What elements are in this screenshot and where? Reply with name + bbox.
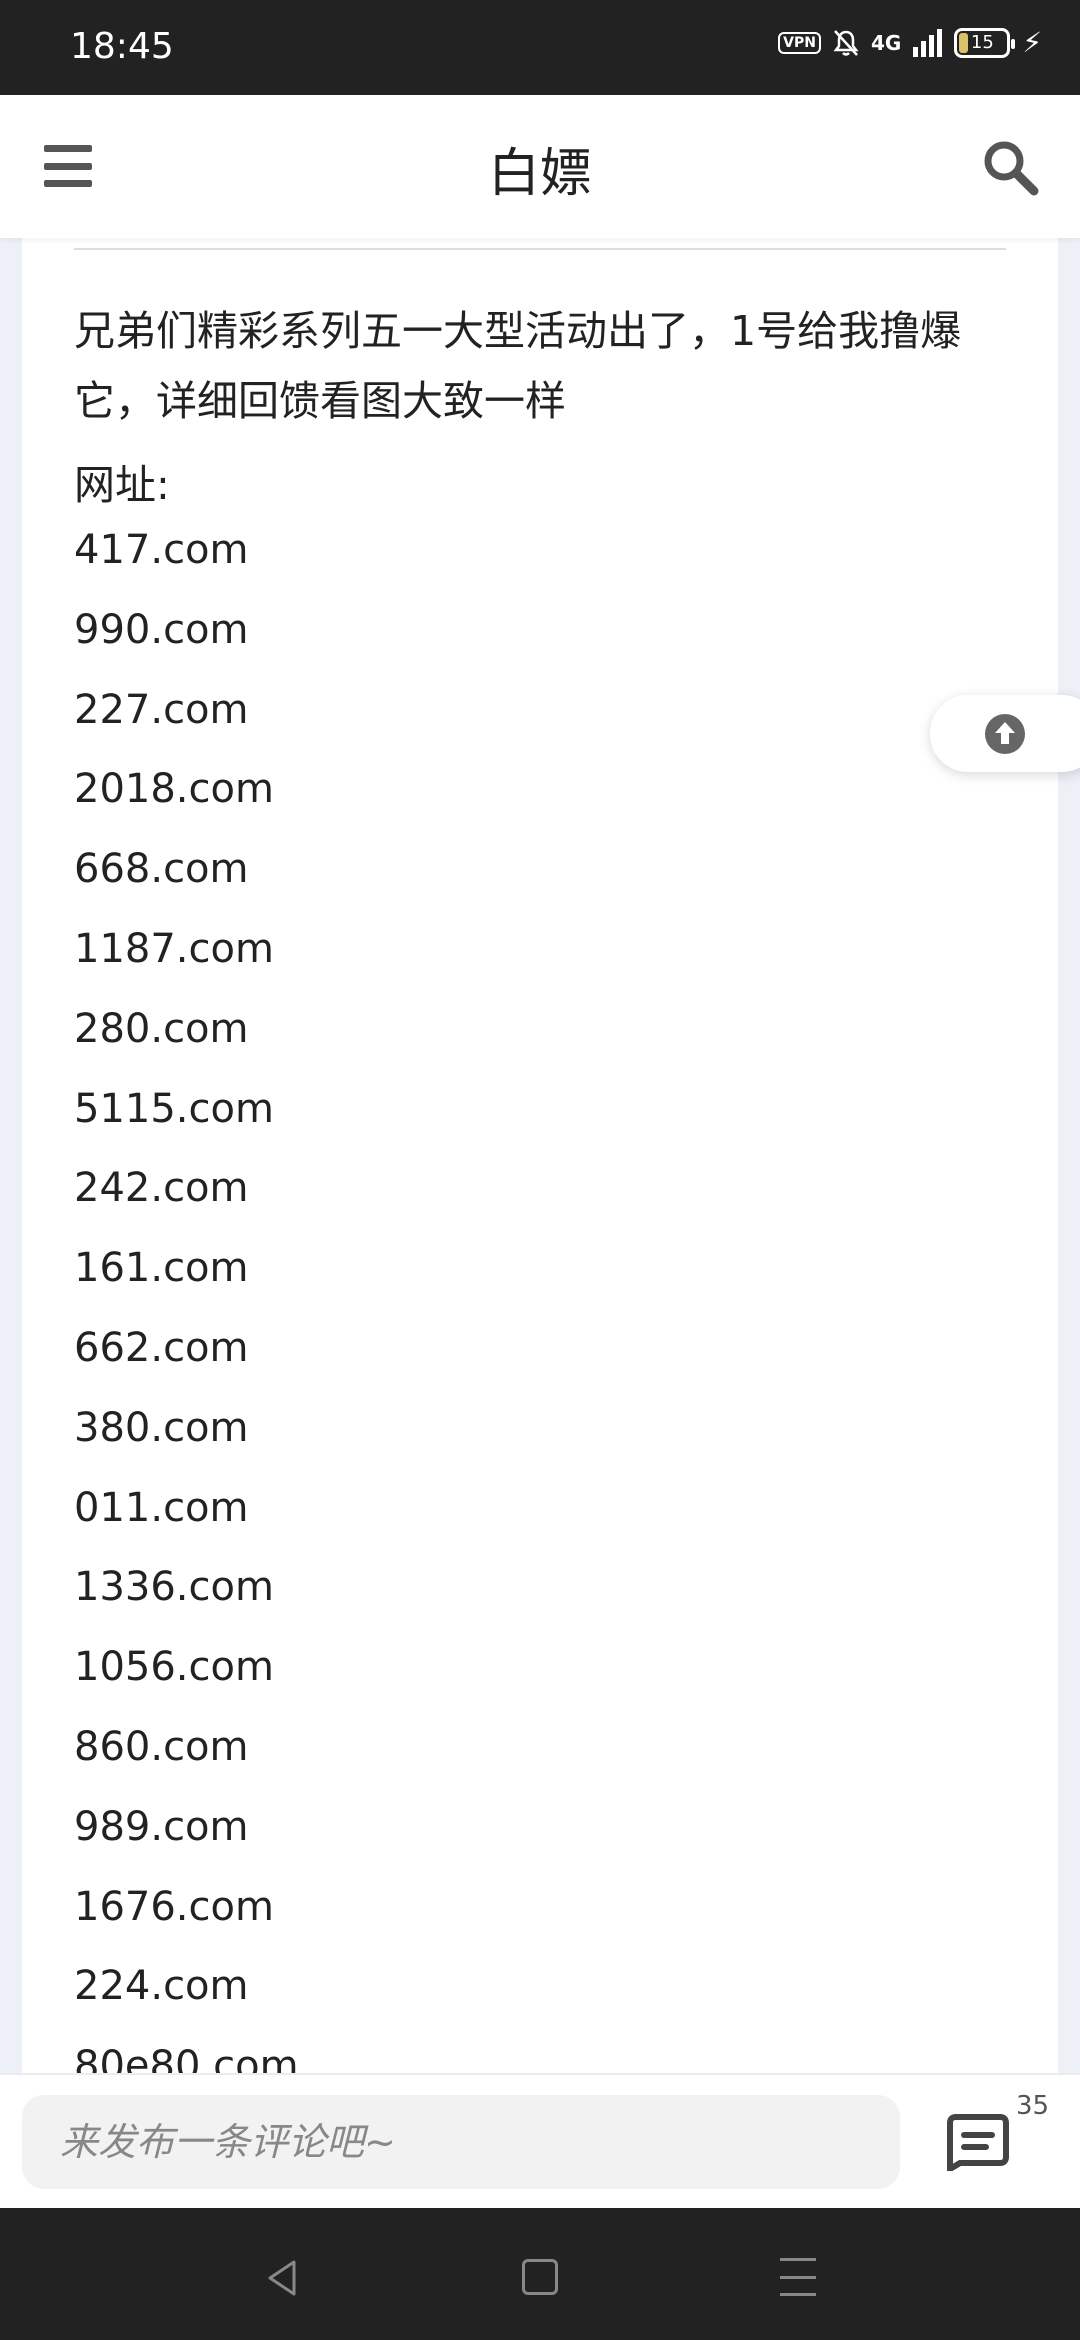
status-icons: VPN 4G 15 ⚡ [778, 28, 1042, 58]
url-item: 1676.com [74, 1883, 274, 1930]
charging-icon: ⚡ [1022, 26, 1042, 59]
square-home-icon[interactable] [522, 2259, 558, 2295]
system-nav-bar [0, 2208, 1080, 2340]
url-label: 网址: [74, 461, 170, 509]
url-item: 990.com [74, 606, 249, 653]
url-item: 417.com [74, 527, 249, 573]
url-item: 1336.com [74, 1564, 274, 1611]
scroll-to-top-button[interactable] [930, 695, 1080, 772]
arrow-up-circle-icon [985, 714, 1025, 754]
page-title: 白嫖 [487, 144, 592, 204]
url-item: 2018.com [74, 766, 274, 813]
url-item: 668.com [74, 846, 249, 893]
status-bar: 18:45 VPN 4G 15 ⚡ [0, 0, 1080, 95]
post-content: 兄弟们精彩系列五一大型活动出了，1号给我撸爆它，详细回馈看图大致一样 网址: 4… [22, 238, 1058, 2073]
signal-icon [913, 29, 943, 57]
network-type: 4G [870, 31, 902, 55]
status-time: 18:45 [70, 26, 174, 67]
url-item: 242.com [74, 1165, 249, 1212]
url-item: 1056.com [74, 1644, 274, 1691]
lines-recent-icon[interactable] [780, 2258, 816, 2296]
comment-bar: 35 [0, 2073, 1080, 2208]
comment-bubble-icon[interactable] [946, 2113, 1010, 2171]
triangle-back-icon[interactable] [262, 2258, 302, 2298]
url-list: 417.com 990.com 227.com 2018.com 668.com… [74, 530, 299, 2073]
url-item: 662.com [74, 1324, 249, 1371]
url-item: 989.com [74, 1803, 249, 1850]
battery-level: 15 [970, 32, 994, 53]
battery-icon: 15 [954, 28, 1016, 58]
url-item: 860.com [74, 1723, 249, 1770]
app-header: 白嫖 [0, 95, 1080, 238]
comment-input[interactable] [22, 2095, 900, 2189]
url-item: 380.com [74, 1404, 249, 1451]
url-item: 80e80.com [74, 2043, 299, 2073]
url-item: 1187.com [74, 925, 274, 972]
vpn-icon: VPN [778, 32, 821, 54]
url-item: 161.com [74, 1245, 249, 1292]
url-item: 227.com [74, 686, 249, 733]
url-item: 224.com [74, 1963, 249, 2010]
bell-muted-icon [833, 30, 859, 56]
search-icon[interactable] [980, 137, 1040, 197]
divider [74, 248, 1006, 250]
url-item: 5115.com [74, 1085, 274, 1132]
url-item: 011.com [74, 1484, 249, 1531]
post-text: 兄弟们精彩系列五一大型活动出了，1号给我撸爆它，详细回馈看图大致一样 [74, 307, 962, 425]
comment-count: 35 [1016, 2091, 1050, 2121]
url-item: 280.com [74, 1005, 249, 1052]
